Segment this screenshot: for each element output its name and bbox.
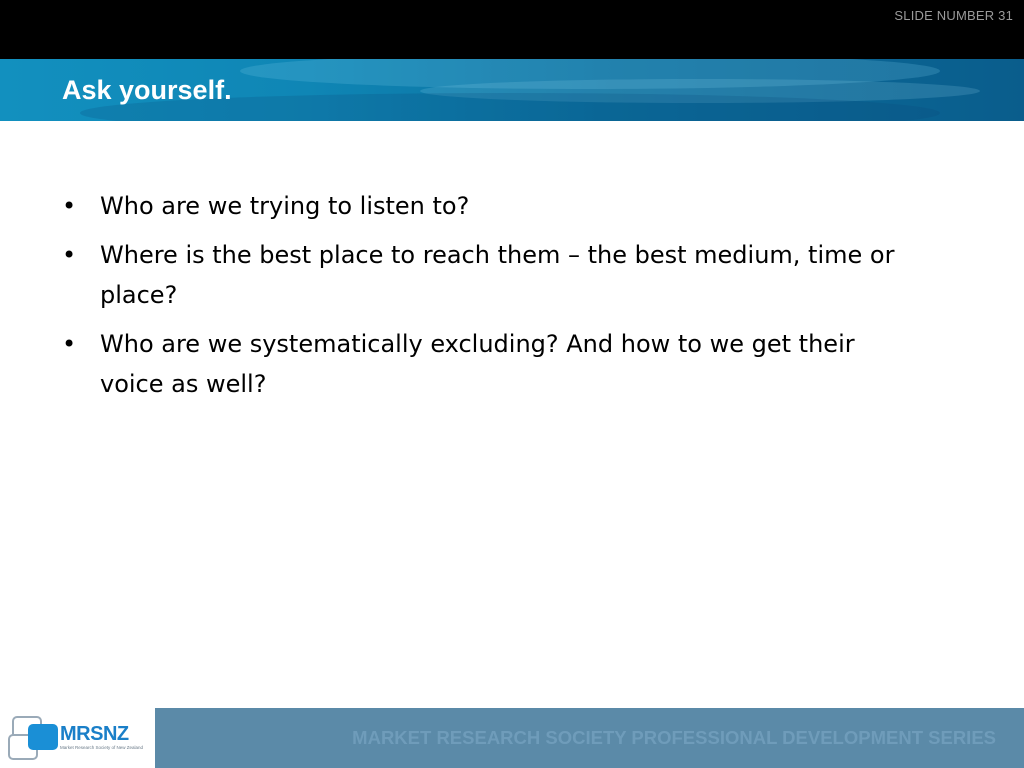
top-bar: SLIDE NUMBER 31 bbox=[0, 0, 1024, 59]
bullet-text: Who are we systematically excluding? And… bbox=[100, 330, 855, 398]
bullet-list: • Who are we trying to listen to? • Wher… bbox=[62, 186, 922, 413]
slide-title: Ask yourself. bbox=[62, 75, 232, 105]
bullet-marker: • bbox=[62, 241, 77, 269]
slide-number: SLIDE NUMBER 31 bbox=[894, 8, 1013, 23]
logo-text: MRSNZ bbox=[60, 723, 129, 745]
logo-square-filled bbox=[28, 724, 58, 750]
bullet-marker: • bbox=[62, 330, 77, 358]
footer-series-text: MARKET RESEARCH SOCIETY PROFESSIONAL DEV… bbox=[352, 727, 996, 748]
slide: SLIDE NUMBER 31 Ask yourself. • Who are … bbox=[0, 0, 1024, 768]
logo-subtext: Market Research Society of New Zealand bbox=[60, 745, 144, 750]
title-band: Ask yourself. bbox=[0, 59, 1024, 121]
bullet-item: • Who are we trying to listen to? bbox=[62, 186, 922, 226]
bullet-text: Who are we trying to listen to? bbox=[100, 192, 470, 220]
bullet-marker: • bbox=[62, 192, 77, 220]
mrsnz-logo: MRSNZ Market Research Society of New Zea… bbox=[6, 714, 150, 762]
footer-bar: MARKET RESEARCH SOCIETY PROFESSIONAL DEV… bbox=[155, 708, 1024, 768]
logo-squares-icon bbox=[6, 714, 58, 762]
bullet-item: • Where is the best place to reach them … bbox=[62, 235, 922, 315]
bullet-text: Where is the best place to reach them – … bbox=[100, 241, 895, 309]
bullet-item: • Who are we systematically excluding? A… bbox=[62, 324, 922, 404]
